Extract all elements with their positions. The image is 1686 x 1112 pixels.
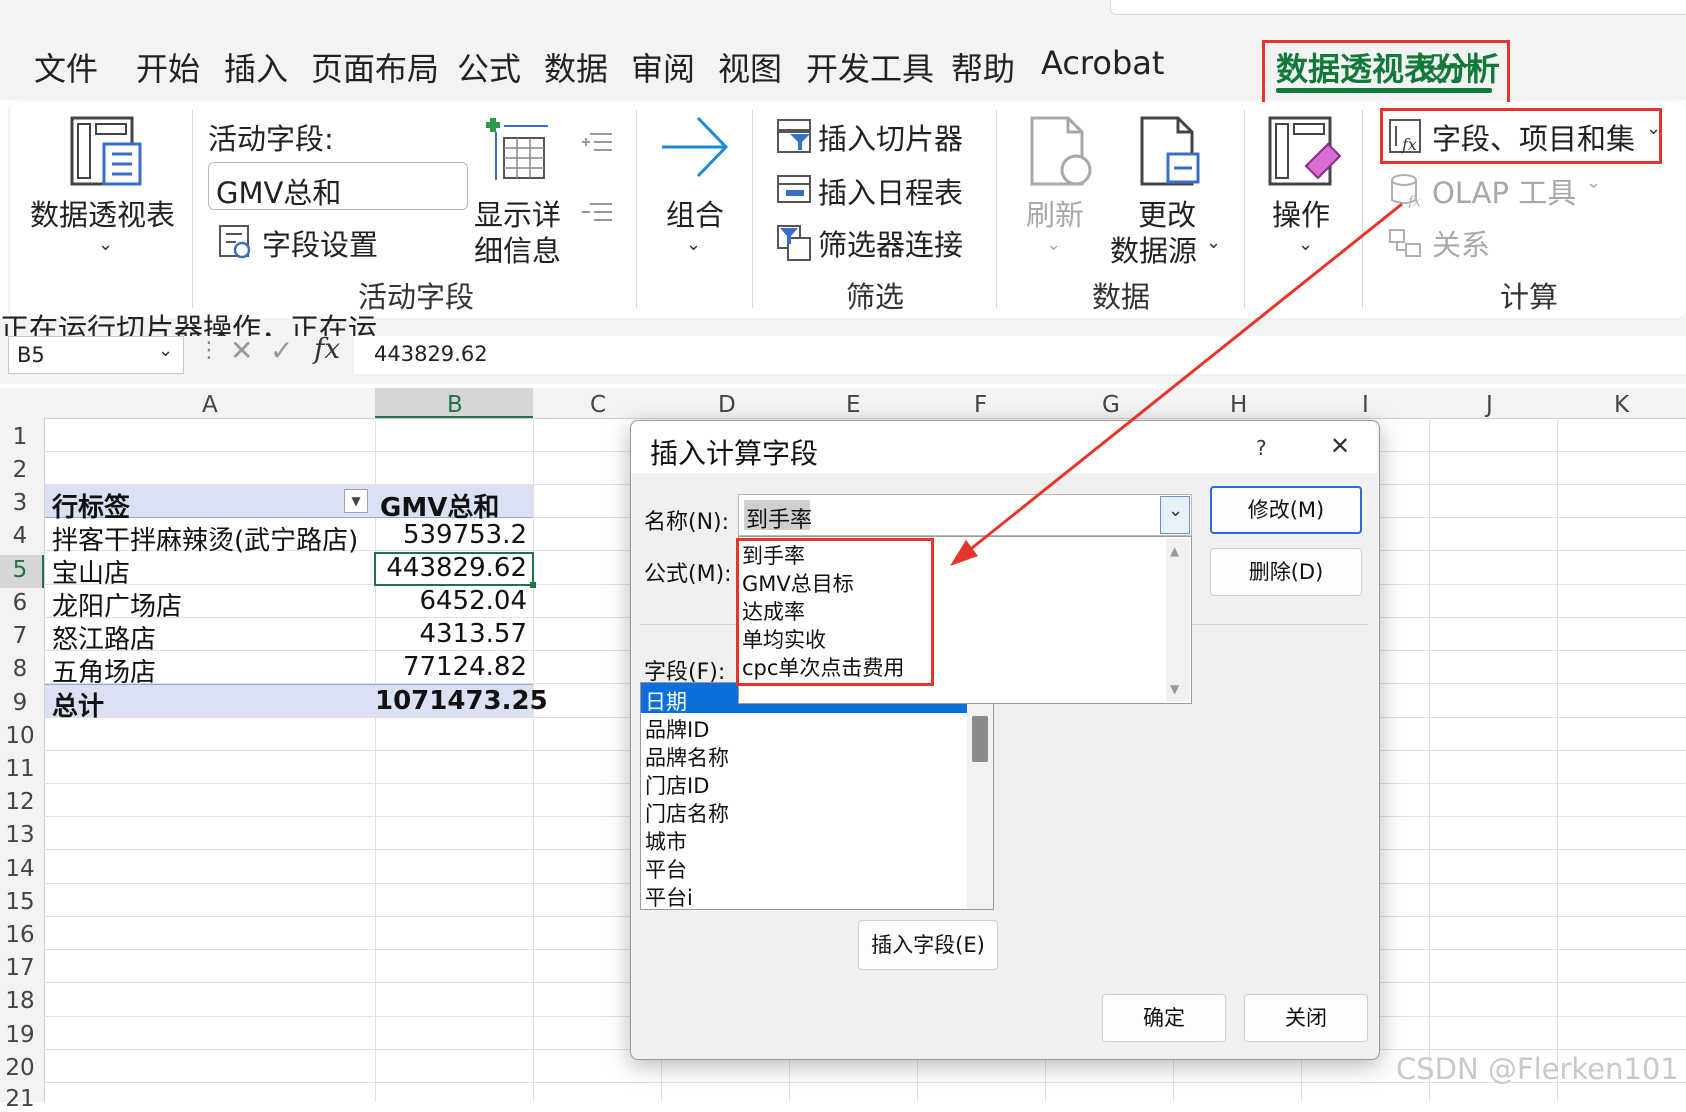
annotation-arrow (950, 202, 1403, 566)
watermark: CSDN @Flerken101 (1396, 1052, 1679, 1086)
